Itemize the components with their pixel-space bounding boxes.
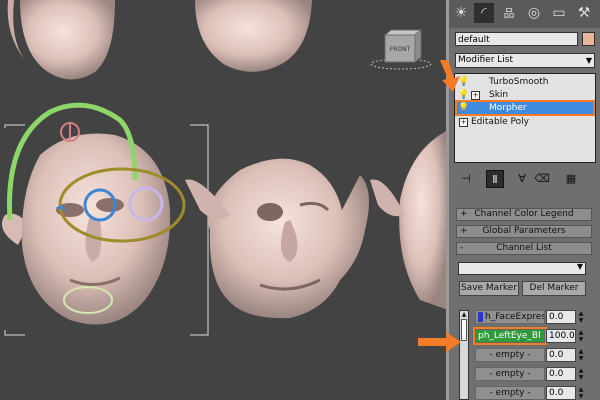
command-panel: ☀ ◜ 品 ◎ ▭ ⚒ default Modifier List ▼ 💡 Tu…: [449, 0, 600, 400]
view-cube[interactable]: FRONT: [370, 28, 432, 70]
channel-slot-5[interactable]: - empty -: [475, 386, 545, 400]
channel-scrollbar[interactable]: ▲: [459, 310, 469, 400]
viewport-scene: FRONT: [1, 0, 448, 336]
spinner-icon[interactable]: ▲ ▼: [577, 329, 585, 343]
stack-item-editable-poly[interactable]: + Editable Poly: [457, 116, 593, 128]
motion-icon[interactable]: ◎: [524, 3, 544, 23]
channel-value-4[interactable]: 0.0: [546, 367, 576, 381]
stack-item-turbosmooth[interactable]: 💡 TurboSmooth: [457, 76, 593, 88]
chevron-down-icon: ▼: [576, 262, 583, 271]
rollout-channel-color-legend[interactable]: + Channel Color Legend: [456, 208, 592, 221]
object-name-field[interactable]: default: [455, 32, 578, 46]
head-selected[interactable]: [1, 102, 186, 325]
scroll-up-icon[interactable]: ▲: [460, 311, 468, 318]
expand-plus-icon[interactable]: +: [471, 91, 480, 100]
hierarchy-icon[interactable]: 品: [499, 3, 519, 23]
spinner-icon[interactable]: ▲ ▼: [577, 386, 585, 400]
stack-item-morpher[interactable]: 💡 Morpher: [455, 100, 595, 116]
spinner-icon[interactable]: ▲ ▼: [577, 367, 585, 381]
stack-toolbar: ⊣ Ⅱ ∀ ⌫ ▦: [449, 168, 600, 190]
panel-tabs: ☀ ◜ 品 ◎ ▭ ⚒: [449, 0, 600, 28]
sun-icon[interactable]: ☀: [451, 3, 471, 23]
display-icon[interactable]: ▭: [549, 3, 569, 23]
channel-slot-1[interactable]: h_FaceExpress: [475, 310, 545, 324]
modifier-list-dropdown[interactable]: Modifier List ▼: [455, 53, 595, 68]
annotation-arrow-right: [418, 332, 461, 352]
svg-text:FRONT: FRONT: [390, 46, 411, 53]
modifier-stack[interactable]: 💡 TurboSmooth 💡 + Skin 💡 Morpher + Edita…: [454, 73, 596, 163]
del-marker-button[interactable]: Del Marker: [522, 281, 586, 296]
head-morph-target: [185, 158, 369, 319]
curve-icon[interactable]: ◜: [474, 3, 494, 23]
channel-slot-3[interactable]: - empty -: [475, 348, 545, 362]
show-end-result-icon[interactable]: Ⅱ: [486, 170, 504, 188]
pin-stack-icon[interactable]: ⊣: [457, 170, 475, 188]
marker-dropdown[interactable]: ▼: [458, 262, 586, 275]
remove-modifier-icon[interactable]: ⌫: [533, 170, 551, 188]
rollout-channel-list[interactable]: - Channel List: [456, 242, 592, 255]
channel-value-2[interactable]: 100.0: [546, 329, 576, 343]
rollout-global-parameters[interactable]: + Global Parameters: [456, 225, 592, 238]
stack-item-skin[interactable]: 💡 + Skin: [457, 89, 593, 101]
configure-sets-icon[interactable]: ▦: [562, 170, 580, 188]
channel-value-3[interactable]: 0.0: [546, 348, 576, 362]
annotation-arrow-down: [440, 60, 460, 92]
modifier-list-label: Modifier List: [458, 55, 513, 65]
head-partial-right: [370, 130, 448, 310]
channel-slot-2[interactable]: ph_LeftEye_Bl: [473, 327, 547, 345]
spinner-icon[interactable]: ▲ ▼: [577, 310, 585, 324]
make-unique-icon[interactable]: ∀: [513, 170, 531, 188]
lightbulb-icon[interactable]: 💡: [458, 103, 469, 113]
channel-color-marker: [478, 311, 483, 322]
hammer-icon[interactable]: ⚒: [574, 3, 594, 23]
spinner-icon[interactable]: ▲ ▼: [577, 348, 585, 362]
channel-slot-4[interactable]: - empty -: [475, 367, 545, 381]
expand-plus-icon[interactable]: +: [459, 118, 468, 127]
chevron-down-icon: ▼: [585, 56, 592, 65]
head-top-middle: [195, 0, 312, 72]
head-top-left: [7, 0, 115, 80]
save-marker-button[interactable]: Save Marker: [459, 281, 519, 296]
channel-value-1[interactable]: 0.0: [546, 310, 576, 324]
viewport[interactable]: FRONT: [0, 0, 448, 400]
channel-value-5[interactable]: 0.0: [546, 386, 576, 400]
object-color-swatch[interactable]: [582, 32, 595, 46]
